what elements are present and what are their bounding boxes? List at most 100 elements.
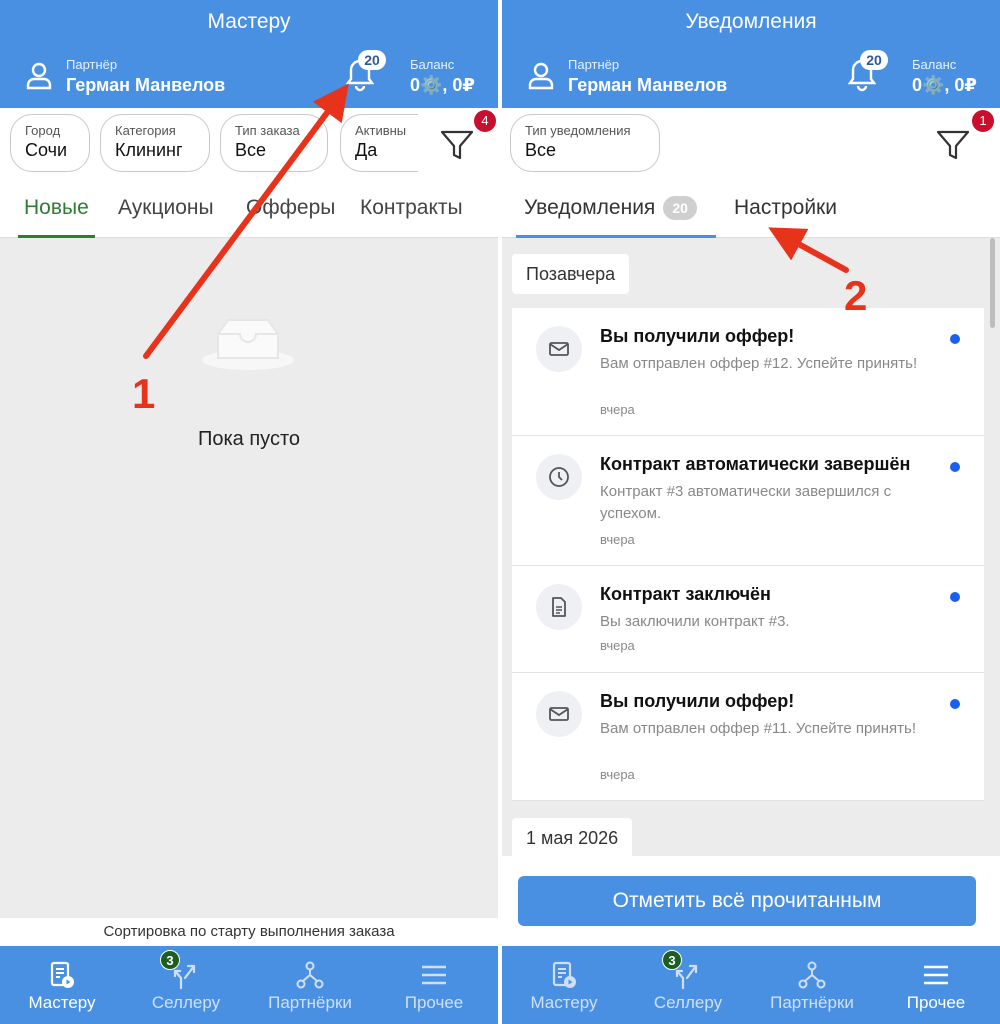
- nav-label: Прочее: [906, 993, 966, 1012]
- nav-other[interactable]: Прочее: [372, 946, 496, 1024]
- notification-time: вчера: [600, 402, 635, 417]
- filter-chip-value: Все: [525, 140, 557, 160]
- notification-body: Контракт #3 автоматически завершился с у…: [600, 483, 892, 522]
- unread-dot: [950, 462, 960, 472]
- nav-master[interactable]: Мастеру: [0, 946, 124, 1024]
- partner-name: Герман Манвелов: [66, 75, 226, 95]
- filter-chip-order-type[interactable]: Тип заказа Все: [220, 114, 328, 172]
- filter-chip-label: Категория: [115, 123, 176, 138]
- partner-name: Герман Манвелов: [568, 75, 728, 95]
- nav-partners[interactable]: Партнёрки: [248, 946, 372, 1024]
- balance-value: 0⚙️, 0₽: [410, 75, 475, 95]
- nav-label: Селлеру: [653, 993, 723, 1012]
- page-title: Уведомления: [502, 0, 1000, 44]
- filter-chip-value: Сочи: [25, 140, 68, 160]
- notification-body: Вам отправлен оффер #12. Успейте принять…: [600, 355, 918, 372]
- mark-all-read-button[interactable]: Отметить всё прочитанным: [518, 876, 976, 926]
- master-icon: [50, 961, 74, 988]
- filter-count-badge: 1: [972, 110, 994, 132]
- clock-icon: [536, 454, 582, 500]
- notification-item[interactable]: Вы получили оффер! Вам отправлен оффер #…: [512, 673, 984, 801]
- filter-chip-label: Тип уведомления: [525, 123, 631, 138]
- filter-chip-notification-type[interactable]: Тип уведомления Все: [510, 114, 660, 172]
- order-tabs: Новые Аукционы Офферы Контракты: [0, 180, 498, 238]
- tab-new[interactable]: Новые: [18, 180, 95, 238]
- filter-chip-active[interactable]: Активны Да: [340, 114, 418, 172]
- bottom-navigation: Мастеру 3 Селлеру Партнёрки Прочее: [0, 946, 498, 1024]
- filter-bar: Тип уведомления Все 1: [502, 108, 1000, 180]
- scrollbar[interactable]: [990, 238, 995, 328]
- nav-label: Партнёрки: [770, 993, 854, 1012]
- notification-count-badge: 20: [860, 50, 888, 70]
- notification-body: Вам отправлен оффер #11. Успейте принять…: [600, 720, 916, 737]
- partner-label: Партнёр: [568, 57, 620, 72]
- notification-item[interactable]: Контракт заключён Вы заключили контракт …: [512, 566, 984, 673]
- nav-label: Мастеру: [28, 993, 96, 1012]
- nav-seller[interactable]: 3 Селлеру: [626, 946, 750, 1024]
- unread-dot: [950, 699, 960, 709]
- screenshot-root: Мастеру Партнёр Герман Манвелов 20 Балан…: [0, 0, 1000, 1024]
- user-icon: [26, 62, 52, 90]
- mail-icon: [536, 691, 582, 737]
- notification-count-badge: 20: [358, 50, 386, 70]
- tab-settings[interactable]: Настройки: [734, 180, 837, 238]
- filter-chip-value: Да: [355, 140, 378, 160]
- filter-chip-value: Все: [235, 140, 267, 160]
- tab-notifications[interactable]: Уведомления 20: [524, 180, 697, 238]
- seller-count-badge: 3: [160, 950, 180, 970]
- nav-label: Партнёрки: [268, 993, 352, 1012]
- master-icon: [552, 961, 576, 988]
- annotation-number-2: 2: [844, 272, 868, 319]
- balance-label: Баланс: [410, 57, 455, 72]
- user-bar: Партнёр Герман Манвелов 20 Баланс 0⚙️, 0…: [502, 44, 1000, 108]
- filter-chip-label: Тип заказа: [235, 123, 300, 138]
- notification-item[interactable]: Контракт автоматически завершён Контракт…: [512, 436, 984, 566]
- notification-item[interactable]: Вы получили оффер! Вам отправлен оффер #…: [512, 308, 984, 436]
- notifications-screen: Уведомления Партнёр Герман Манвелов 20 Б…: [502, 0, 1000, 1024]
- notification-time: вчера: [600, 638, 635, 653]
- empty-state-text: Пока пусто: [197, 428, 301, 450]
- empty-inbox-icon: [202, 319, 294, 370]
- menu-icon: [422, 965, 446, 985]
- mark-read-area: Отметить всё прочитанным: [502, 856, 1000, 946]
- filter-chip-label: Активны: [355, 123, 407, 138]
- notification-title: Вы получили оффер!: [600, 691, 795, 711]
- document-icon: [536, 584, 582, 630]
- filter-chip-value: Клининг: [115, 140, 183, 160]
- user-bar: Партнёр Герман Манвелов 20 Баланс 0⚙️, 0…: [0, 44, 498, 108]
- nav-label: Мастеру: [530, 993, 598, 1012]
- nav-label: Прочее: [404, 993, 464, 1012]
- unread-dot: [950, 592, 960, 602]
- tab-offers[interactable]: Офферы: [246, 180, 335, 238]
- sort-label[interactable]: Сортировка по старту выполнения заказа: [0, 918, 498, 946]
- nav-seller[interactable]: 3 Селлеру: [124, 946, 248, 1024]
- filter-count-badge: 4: [474, 110, 496, 132]
- active-tab-indicator: [516, 235, 716, 238]
- nav-partners[interactable]: Партнёрки: [750, 946, 874, 1024]
- unread-dot: [950, 334, 960, 344]
- filter-chip-city[interactable]: Город Сочи: [10, 114, 90, 172]
- partners-icon: [296, 961, 324, 989]
- notification-title: Контракт заключён: [600, 584, 771, 604]
- tab-auctions[interactable]: Аукционы: [118, 180, 214, 238]
- user-icon: [528, 62, 554, 90]
- nav-label: Селлеру: [151, 993, 221, 1012]
- filter-icon[interactable]: [936, 128, 970, 162]
- tab-count-badge: 20: [663, 196, 697, 221]
- notification-body: Вы заключили контракт #3.: [600, 613, 790, 630]
- date-group-header: Позавчера: [512, 254, 630, 294]
- filter-icon[interactable]: [440, 128, 474, 162]
- annotation-number-1: 1: [132, 370, 156, 417]
- tab-contracts[interactable]: Контракты: [360, 180, 463, 238]
- filter-chip-category[interactable]: Категория Клининг: [100, 114, 210, 172]
- filter-chip-label: Город: [25, 123, 61, 138]
- filter-bar: Город Сочи Категория Клининг Тип заказа …: [0, 108, 498, 180]
- nav-master[interactable]: Мастеру: [502, 946, 626, 1024]
- bottom-navigation: Мастеру 3 Селлеру Партнёрки Прочее: [502, 946, 1000, 1024]
- mail-icon: [536, 326, 582, 372]
- notification-list: Вы получили оффер! Вам отправлен оффер #…: [512, 308, 984, 801]
- master-screen: Мастеру Партнёр Герман Манвелов 20 Балан…: [0, 0, 498, 1024]
- nav-other[interactable]: Прочее: [874, 946, 998, 1024]
- balance-value: 0⚙️, 0₽: [912, 75, 977, 95]
- page-title: Мастеру: [0, 0, 498, 44]
